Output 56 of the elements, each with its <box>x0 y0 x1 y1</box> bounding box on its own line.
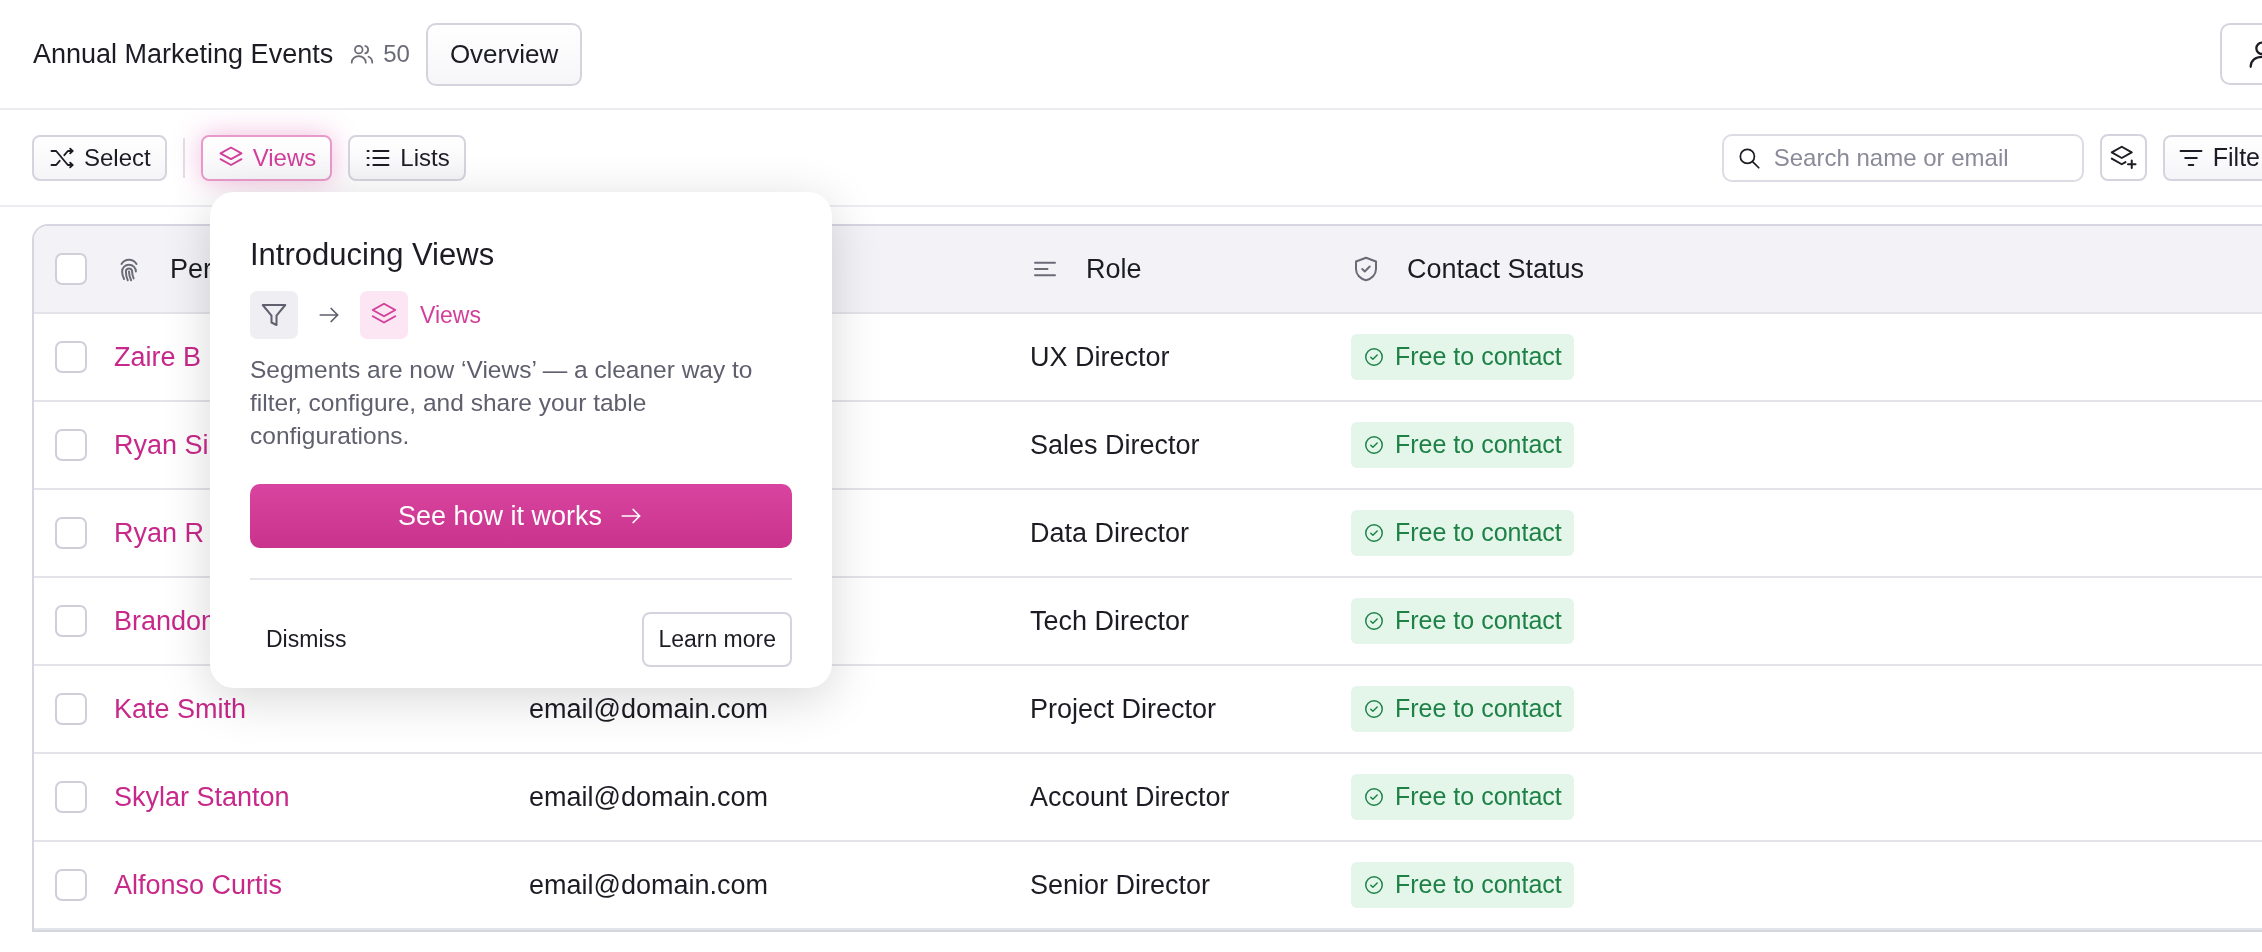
column-header: Contact Status <box>1407 252 1585 286</box>
row-checkbox[interactable] <box>55 693 87 725</box>
dismiss-button[interactable]: Dismiss <box>250 622 363 657</box>
status-tag: Free to contact <box>1351 510 1574 556</box>
status-tag: Free to contact <box>1351 686 1574 732</box>
column-header: Role <box>1086 252 1142 286</box>
role-cell: Account Director <box>1030 781 1230 812</box>
toolbar-tab[interactable]: Lists <box>348 134 466 181</box>
check-circle-icon <box>1363 346 1385 368</box>
status-tag: Free to contact <box>1351 334 1574 380</box>
row-checkbox[interactable] <box>55 517 87 549</box>
row-checkbox[interactable] <box>55 341 87 373</box>
role-cell: Data Director <box>1030 517 1190 548</box>
page-title: Annual Marketing Events <box>33 37 334 71</box>
overview-button[interactable]: Overview <box>425 22 583 86</box>
check-circle-icon <box>1363 698 1385 720</box>
role-cell: Sales Director <box>1030 429 1200 460</box>
status-tag: Free to contact <box>1351 774 1574 820</box>
person-name-link[interactable]: Ryan R <box>114 517 205 548</box>
check-circle-icon <box>1363 786 1385 808</box>
status-tag: Free to contact <box>1351 862 1574 908</box>
email-cell: email@domain.com <box>529 693 768 724</box>
check-circle-icon <box>1363 434 1385 456</box>
email-cell: email@domain.com <box>529 869 768 900</box>
status-tag: Free to contact <box>1351 598 1574 644</box>
toolbar-tab[interactable]: Select <box>32 134 167 181</box>
person-name-link[interactable]: Kate Smith <box>114 693 247 724</box>
person-name-link[interactable]: Skylar Stanton <box>114 781 290 812</box>
check-circle-icon <box>1363 610 1385 632</box>
search-field[interactable]: Search name or email <box>1721 133 2084 182</box>
filter-button[interactable]: Filte <box>2162 134 2262 181</box>
row-checkbox[interactable] <box>55 781 87 813</box>
select-all-checkbox[interactable] <box>55 253 87 285</box>
see-how-it-works-button[interactable]: See how it works <box>250 484 792 549</box>
row-checkbox[interactable] <box>55 605 87 637</box>
role-cell: Senior Director <box>1030 869 1211 900</box>
person-name-link[interactable]: Ryan Si <box>114 429 209 460</box>
column-header: Per <box>170 252 213 286</box>
role-cell: Tech Director <box>1030 605 1190 636</box>
popover-description: Segments are now ‘Views’ — a cleaner way to filter, configure, and share your table configurations. <box>250 355 754 452</box>
email-cell: email@domain.com <box>529 781 768 812</box>
learn-more-button[interactable]: Learn more <box>642 612 792 667</box>
views-label: Views <box>420 300 481 330</box>
row-checkbox[interactable] <box>55 869 87 901</box>
member-count: 50 <box>383 39 410 69</box>
check-circle-icon <box>1363 874 1385 896</box>
row-checkbox[interactable] <box>55 429 87 461</box>
add-view-button[interactable] <box>2099 134 2147 181</box>
popover-title: Introducing Views <box>250 236 496 274</box>
check-circle-icon <box>1363 522 1385 544</box>
person-name-link[interactable]: Alfonso Curtis <box>114 869 283 900</box>
role-cell: Project Director <box>1030 693 1217 724</box>
person-name-link[interactable]: Zaire B <box>114 341 202 372</box>
toolbar-tab[interactable]: Views <box>200 134 333 181</box>
status-tag: Free to contact <box>1351 422 1574 468</box>
role-cell: UX Director <box>1030 341 1170 372</box>
